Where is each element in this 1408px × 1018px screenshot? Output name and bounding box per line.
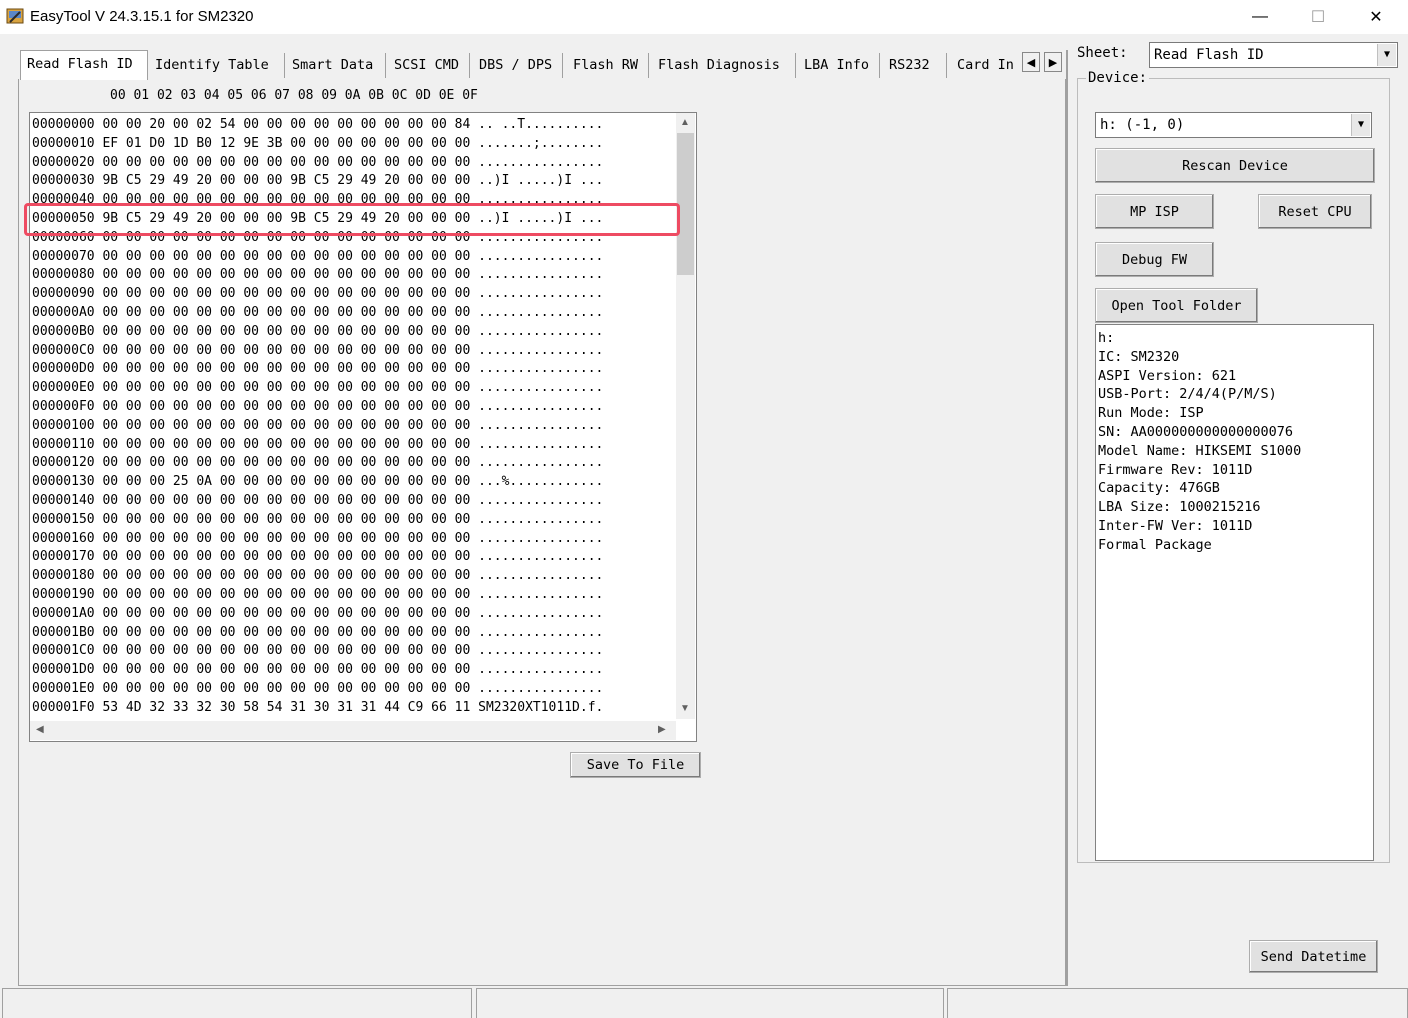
hex-row: 000001B0 00 00 00 00 00 00 00 00 00 00 0… <box>32 624 604 640</box>
debug-fw-button[interactable]: Debug FW <box>1095 242 1214 277</box>
hex-row: 00000030 9B C5 29 49 20 00 00 00 9B C5 2… <box>32 173 604 189</box>
device-label: Device: <box>1086 70 1150 86</box>
hex-row: 00000180 00 00 00 00 00 00 00 00 00 00 0… <box>32 568 604 584</box>
hex-row: 00000010 EF 01 D0 1D B0 12 9E 3B 00 00 0… <box>32 135 604 151</box>
hex-row: 000001D0 00 00 00 00 00 00 00 00 00 00 0… <box>32 662 604 678</box>
tab-flash-rw[interactable]: Flash RW <box>569 53 649 78</box>
save-to-file-button[interactable]: Save To File <box>570 752 701 778</box>
hex-row: 00000140 00 00 00 00 00 00 00 00 00 00 0… <box>32 492 604 508</box>
sheet-select-value: Read Flash ID <box>1154 47 1264 63</box>
device-info-line: h: <box>1098 330 1115 346</box>
hex-row: 00000150 00 00 00 00 00 00 00 00 00 00 0… <box>32 511 604 527</box>
hex-row: 000001E0 00 00 00 00 00 00 00 00 00 00 0… <box>32 680 604 696</box>
hex-row: 000001C0 00 00 00 00 00 00 00 00 00 00 0… <box>32 643 604 659</box>
scroll-up-icon[interactable]: ▲ <box>680 117 690 128</box>
device-info-line: Run Mode: ISP <box>1098 405 1204 422</box>
hex-row: 00000100 00 00 00 00 00 00 00 00 00 00 0… <box>32 417 604 433</box>
tab-read-flash-id[interactable]: Read Flash ID <box>20 50 148 80</box>
maximize-button[interactable]: ☐ <box>1289 0 1347 34</box>
device-info-line: IC: SM2320 <box>1098 348 1180 365</box>
tab-strip: Read Flash ID Identify Table Smart Data … <box>20 50 1066 80</box>
window-title: EasyTool V 24.3.15.1 for SM2320 <box>30 8 254 25</box>
device-info-line: Firmware Rev: 1011D <box>1098 461 1253 478</box>
sheet-select[interactable]: Read Flash ID ▼ <box>1149 42 1398 68</box>
tab-card-in[interactable]: Card In <box>953 53 1023 78</box>
tab-dbs-dps[interactable]: DBS / DPS <box>475 53 563 78</box>
tab-rs232[interactable]: RS232 <box>885 53 947 78</box>
rescan-device-button[interactable]: Rescan Device <box>1095 148 1375 183</box>
device-info-line: LBA Size: 1000215216 <box>1098 499 1261 516</box>
hex-row: 00000090 00 00 00 00 00 00 00 00 00 00 0… <box>32 286 604 302</box>
hex-row: 000000F0 00 00 00 00 00 00 00 00 00 00 0… <box>32 398 604 414</box>
status-cell-2 <box>476 988 944 1018</box>
device-info-line: ASPI Version: 621 <box>1098 367 1237 384</box>
hex-row: 00000130 00 00 00 25 0A 00 00 00 00 00 0… <box>32 474 604 490</box>
scroll-right-icon[interactable]: ▶ <box>658 724 666 735</box>
device-select[interactable]: h: (-1, 0) ▼ <box>1095 112 1372 138</box>
hex-row: 00000170 00 00 00 00 00 00 00 00 00 00 0… <box>32 549 604 565</box>
hex-row: 00000110 00 00 00 00 00 00 00 00 00 00 0… <box>32 436 604 452</box>
status-cell-1 <box>2 988 472 1018</box>
hex-row: 000000A0 00 00 00 00 00 00 00 00 00 00 0… <box>32 304 604 320</box>
tab-scroll-left-icon[interactable]: ◀ <box>1022 52 1040 72</box>
hex-row: 000000E0 00 00 00 00 00 00 00 00 00 00 0… <box>32 380 604 396</box>
open-tool-folder-button[interactable]: Open Tool Folder <box>1095 288 1258 323</box>
title-bar: EasyTool V 24.3.15.1 for SM2320 — ☐ ✕ <box>0 0 1408 34</box>
send-datetime-button[interactable]: Send Datetime <box>1249 940 1378 973</box>
hex-row: 000001A0 00 00 00 00 00 00 00 00 00 00 0… <box>32 605 604 621</box>
close-button[interactable]: ✕ <box>1347 0 1405 34</box>
chevron-down-icon[interactable]: ▼ <box>1351 114 1370 136</box>
device-info-line: Capacity: 476GB <box>1098 480 1220 497</box>
hex-row: 00000020 00 00 00 00 00 00 00 00 00 00 0… <box>32 154 604 170</box>
hex-row: 000000D0 00 00 00 00 00 00 00 00 00 00 0… <box>32 361 604 377</box>
device-info-line: USB-Port: 2/4/4(P/M/S) <box>1098 386 1277 403</box>
scroll-down-icon[interactable]: ▼ <box>680 703 690 714</box>
hex-row: 00000000 00 00 20 00 02 54 00 00 00 00 0… <box>32 117 604 132</box>
hex-row: 00000080 00 00 00 00 00 00 00 00 00 00 0… <box>32 267 604 283</box>
hex-row: 00000190 00 00 00 00 00 00 00 00 00 00 0… <box>32 586 604 602</box>
tab-scsi-cmd[interactable]: SCSI CMD <box>390 53 470 78</box>
tab-flash-diagnosis[interactable]: Flash Diagnosis <box>654 53 796 78</box>
row-highlight <box>24 203 680 236</box>
hex-column-header: 00 01 02 03 04 05 06 07 08 09 0A 0B 0C 0… <box>110 88 478 103</box>
chevron-down-icon[interactable]: ▼ <box>1377 44 1396 66</box>
device-info-line: SN: AA000000000000000076 <box>1098 423 1294 440</box>
hex-row: 00000070 00 00 00 00 00 00 00 00 00 00 0… <box>32 248 604 264</box>
hex-horizontal-scrollbar[interactable]: ◀ ▶ <box>30 721 676 740</box>
device-info-lines: h: IC: SM2320 ASPI Version: 621 USB-Port: 2… <box>1098 329 1301 555</box>
tab-scroll-right-icon[interactable]: ▶ <box>1044 52 1062 72</box>
hex-row: 000000B0 00 00 00 00 00 00 00 00 00 00 0… <box>32 323 604 339</box>
reset-cpu-button[interactable]: Reset CPU <box>1258 194 1372 229</box>
tab-smart-data[interactable]: Smart Data <box>288 53 386 78</box>
device-info-line: Inter-FW Ver: 1011D <box>1098 517 1253 534</box>
device-info-line: Formal Package <box>1098 536 1212 553</box>
panel-divider <box>1066 50 1068 986</box>
sheet-label: Sheet: <box>1077 45 1128 61</box>
hex-row: 000001F0 53 4D 32 33 32 30 58 54 31 30 3… <box>32 699 604 715</box>
hex-row: 00000160 00 00 00 00 00 00 00 00 00 00 0… <box>32 530 604 546</box>
scroll-thumb[interactable] <box>677 133 694 275</box>
device-info-line: Model Name: HIKSEMI S1000 <box>1098 442 1302 459</box>
hex-row: 000000C0 00 00 00 00 00 00 00 00 00 00 0… <box>32 342 604 358</box>
mp-isp-button[interactable]: MP ISP <box>1095 194 1214 229</box>
tab-lba-info[interactable]: LBA Info <box>800 53 880 78</box>
tab-identify-table[interactable]: Identify Table <box>151 53 285 78</box>
device-info-box: h: IC: SM2320 ASPI Version: 621 USB-Port: 2… <box>1095 324 1374 861</box>
app-icon <box>6 8 24 24</box>
scroll-left-icon[interactable]: ◀ <box>36 724 44 735</box>
hex-row: 00000120 00 00 00 00 00 00 00 00 00 00 0… <box>32 455 604 471</box>
device-select-value: h: (-1, 0) <box>1100 117 1185 133</box>
minimize-button[interactable]: — <box>1231 0 1289 34</box>
status-cell-3 <box>947 988 1408 1018</box>
